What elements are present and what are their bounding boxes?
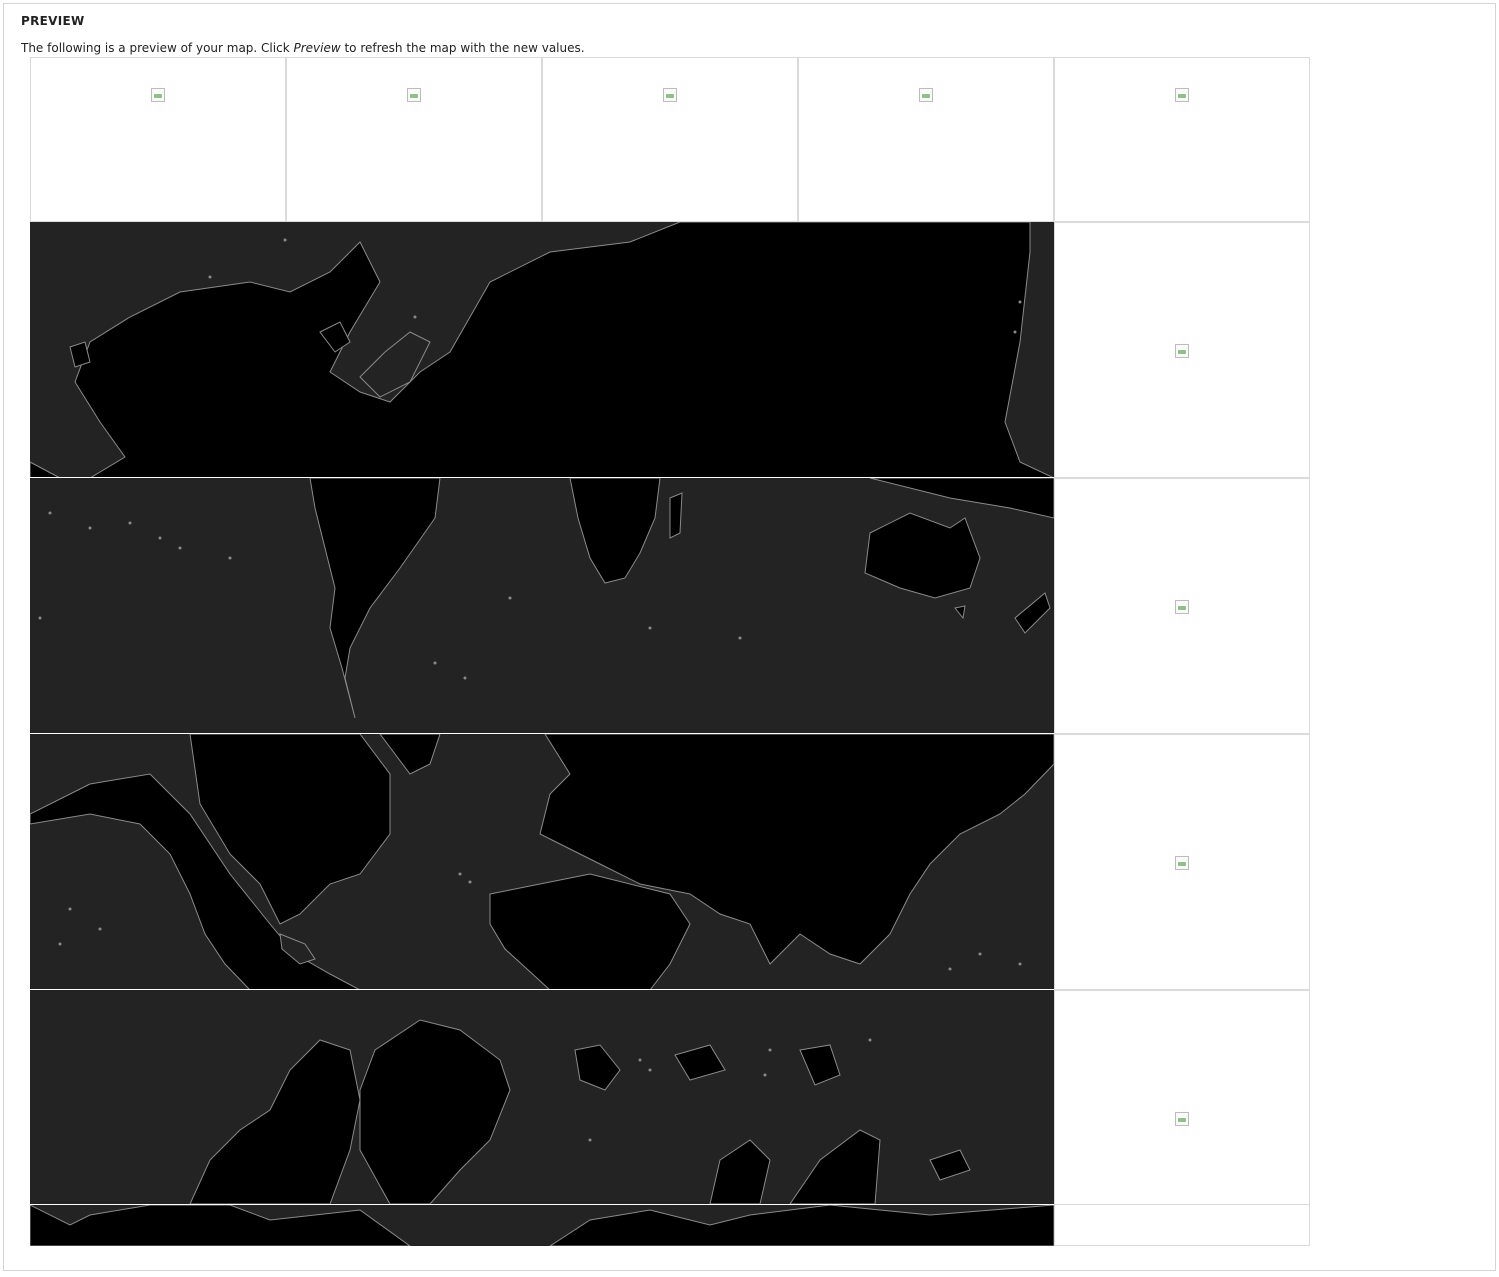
map-land-shapes — [189, 1019, 971, 1204]
broken-image-icon — [919, 88, 933, 102]
map-tile-broken — [286, 57, 542, 222]
map-tile-broken — [1054, 478, 1310, 734]
broken-image-icon — [663, 88, 677, 102]
description-text-start: The following is a preview of your map. … — [21, 41, 294, 55]
broken-image-icon — [1175, 856, 1189, 870]
map-tile-broken — [542, 57, 798, 222]
map-land-shapes — [30, 734, 1054, 990]
map-tile-broken — [1054, 222, 1310, 478]
broken-image-icon — [1175, 344, 1189, 358]
map-land-shapes — [30, 222, 1054, 478]
map-tile-row-3 — [30, 734, 1054, 990]
broken-image-icon — [151, 88, 165, 102]
map-preview-grid[interactable] — [30, 57, 1310, 1246]
map-tile-row-4 — [30, 990, 1054, 1204]
broken-image-icon — [407, 88, 421, 102]
description-text-end: to refresh the map with the new values. — [340, 41, 585, 55]
map-tile-broken — [1054, 734, 1310, 990]
broken-image-icon — [1175, 600, 1189, 614]
map-tile-broken — [1054, 57, 1310, 222]
map-tile-row-1 — [30, 222, 1054, 478]
map-tile-broken — [30, 57, 286, 222]
map-tile-blank — [1054, 1204, 1310, 1246]
broken-image-icon — [1175, 88, 1189, 102]
map-land-shapes — [30, 1205, 1054, 1246]
map-tile-broken — [798, 57, 1054, 222]
broken-image-icon — [1175, 1112, 1189, 1126]
map-tile-row-5 — [30, 1205, 1054, 1246]
section-title: PREVIEW — [21, 14, 85, 28]
preview-keyword: Preview — [293, 41, 341, 55]
section-description: The following is a preview of your map. … — [21, 41, 585, 55]
map-land-shapes — [38, 478, 1054, 719]
map-tile-row-2 — [30, 478, 1054, 734]
